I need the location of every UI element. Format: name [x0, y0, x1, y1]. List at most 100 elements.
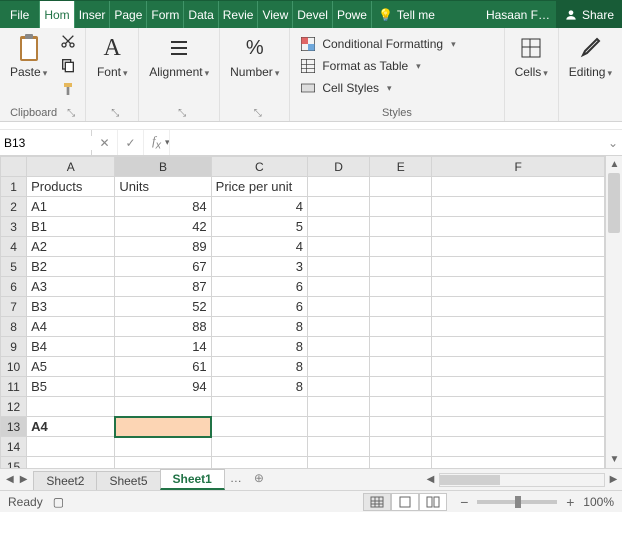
row-header[interactable]: 9 [1, 337, 27, 357]
cell[interactable] [307, 377, 369, 397]
cell[interactable] [27, 397, 115, 417]
cell[interactable] [370, 357, 432, 377]
cell[interactable]: 8 [211, 357, 307, 377]
format-painter-button[interactable] [57, 78, 79, 100]
more-tabs-button[interactable]: … [224, 469, 248, 490]
cell[interactable] [307, 457, 369, 469]
cell[interactable]: A3 [27, 277, 115, 297]
cell[interactable] [27, 457, 115, 469]
cell[interactable]: B5 [27, 377, 115, 397]
cell[interactable] [307, 257, 369, 277]
cell[interactable]: B1 [27, 217, 115, 237]
clipboard-launcher[interactable]: ⤡ [67, 108, 75, 119]
scroll-right-icon[interactable]: ▶ [605, 471, 622, 488]
cell[interactable] [370, 197, 432, 217]
cell[interactable] [432, 197, 605, 217]
cell[interactable] [432, 417, 605, 437]
cell[interactable] [307, 177, 369, 197]
cell[interactable]: 67 [115, 257, 211, 277]
row-header[interactable]: 14 [1, 437, 27, 457]
cell[interactable] [432, 237, 605, 257]
zoom-out-button[interactable]: − [457, 494, 471, 510]
sheet-tab[interactable]: Sheet2 [33, 471, 97, 490]
cell[interactable] [370, 257, 432, 277]
alignment-launcher[interactable]: ⤡ [178, 108, 186, 119]
cell[interactable]: Units [115, 177, 211, 197]
cell[interactable] [307, 337, 369, 357]
cell[interactable]: 6 [211, 297, 307, 317]
tell-me[interactable]: 💡 Tell me [372, 1, 441, 28]
sheet-tab-active[interactable]: Sheet1 [160, 469, 225, 490]
cell[interactable] [307, 397, 369, 417]
copy-button[interactable] [57, 54, 79, 76]
alignment-button[interactable]: Alignment▾ [145, 30, 213, 81]
row-header[interactable]: 2 [1, 197, 27, 217]
add-sheet-button[interactable]: ⊕ [248, 469, 270, 490]
cell[interactable] [432, 397, 605, 417]
cell[interactable] [211, 457, 307, 469]
row-header[interactable]: 11 [1, 377, 27, 397]
cell[interactable]: A4 [27, 317, 115, 337]
cell[interactable]: B3 [27, 297, 115, 317]
cell[interactable]: 5 [211, 217, 307, 237]
cell[interactable]: 3 [211, 257, 307, 277]
cell[interactable]: 6 [211, 277, 307, 297]
cell[interactable]: 8 [211, 377, 307, 397]
cell[interactable] [370, 417, 432, 437]
cell[interactable] [307, 217, 369, 237]
row-header[interactable]: 6 [1, 277, 27, 297]
cell[interactable] [432, 257, 605, 277]
cell[interactable] [370, 317, 432, 337]
cell[interactable]: 61 [115, 357, 211, 377]
cell[interactable] [115, 397, 211, 417]
cell[interactable]: A5 [27, 357, 115, 377]
cell[interactable] [432, 177, 605, 197]
cell[interactable] [115, 437, 211, 457]
cell[interactable] [307, 357, 369, 377]
cell[interactable]: 89 [115, 237, 211, 257]
insert-tab[interactable]: Inser [75, 1, 111, 28]
cell[interactable]: Products [27, 177, 115, 197]
cell[interactable]: 52 [115, 297, 211, 317]
row-header[interactable]: 7 [1, 297, 27, 317]
view-tab[interactable]: View [258, 1, 293, 28]
enter-formula-button[interactable]: ✓ [118, 130, 144, 155]
cell[interactable] [432, 317, 605, 337]
insert-function-button[interactable]: fx [144, 130, 170, 155]
cell[interactable] [370, 377, 432, 397]
cells-button[interactable]: Cells▾ [511, 30, 552, 81]
paste-button[interactable]: Paste▾ [6, 30, 51, 81]
cell[interactable]: A2 [27, 237, 115, 257]
cell[interactable]: 88 [115, 317, 211, 337]
zoom-slider[interactable] [477, 500, 557, 504]
row-header[interactable]: 4 [1, 237, 27, 257]
select-all-corner[interactable] [1, 157, 27, 177]
editing-button[interactable]: Editing▾ [565, 30, 616, 81]
macro-record-icon[interactable]: ▢ [53, 495, 64, 509]
cell[interactable] [432, 217, 605, 237]
cell[interactable]: 87 [115, 277, 211, 297]
user-name[interactable]: Hasaan F… [480, 1, 556, 28]
scroll-down-icon[interactable]: ▼ [606, 451, 622, 468]
formula-input[interactable] [170, 130, 604, 155]
sheet-tab[interactable]: Sheet5 [96, 471, 160, 490]
scroll-left-icon[interactable]: ◀ [422, 471, 439, 488]
cell[interactable] [211, 397, 307, 417]
cell[interactable] [432, 357, 605, 377]
cell[interactable] [307, 417, 369, 437]
zoom-level[interactable]: 100% [583, 495, 614, 509]
cell[interactable] [432, 337, 605, 357]
conditional-formatting-button[interactable]: Conditional Formatting▾ [296, 34, 459, 54]
developer-tab[interactable]: Devel [293, 1, 333, 28]
row-header[interactable]: 3 [1, 217, 27, 237]
vertical-scrollbar[interactable]: ▲ ▼ [605, 156, 622, 468]
col-header-b[interactable]: B [115, 157, 211, 177]
cancel-formula-button[interactable]: ✕ [92, 130, 118, 155]
row-header[interactable]: 15 [1, 457, 27, 469]
col-header-d[interactable]: D [307, 157, 369, 177]
tab-next-icon[interactable]: ▶ [20, 474, 28, 485]
cell[interactable]: 42 [115, 217, 211, 237]
formulas-tab[interactable]: Form [147, 1, 184, 28]
cell[interactable]: A4 [27, 417, 115, 437]
cell[interactable]: 14 [115, 337, 211, 357]
